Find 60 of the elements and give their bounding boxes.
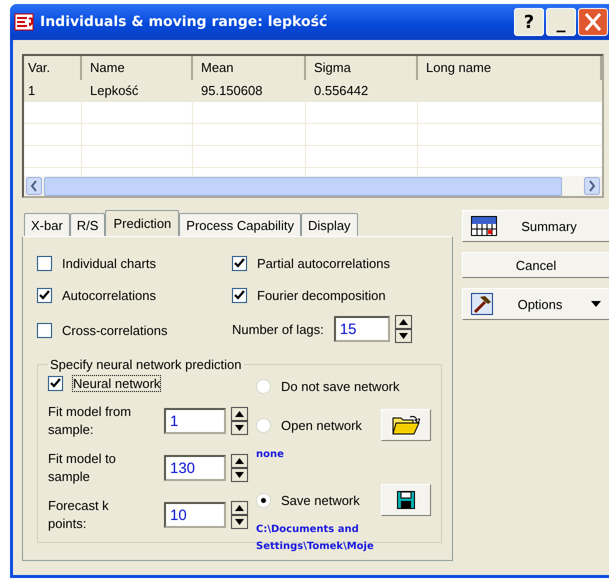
group-title: Specify neural network prediction [49,357,242,372]
field-label: Forecast k points: [48,497,110,534]
open-folder-button[interactable] [381,409,431,441]
tab[interactable]: R/S [70,213,106,236]
check-icon [50,378,61,389]
checkbox[interactable]: Neural network [48,374,248,393]
file-path: Settings\Tomek\Moje [256,540,375,554]
tab[interactable]: X-bar [24,213,70,236]
close-icon[interactable] [578,8,608,36]
column-header[interactable]: Mean [193,56,306,80]
options-button[interactable]: Options [462,288,609,320]
title-bar-button[interactable]: _ [546,8,576,36]
column-header[interactable]: Long name [418,56,602,80]
table-cell: 1 [28,83,36,98]
table-icon [471,216,497,236]
check-icon [234,290,245,300]
spinner-icon[interactable] [231,454,248,482]
chart-icon [14,13,34,31]
check-icon [234,258,245,268]
caret-icon [591,301,601,307]
scroll-left-icon[interactable] [26,177,42,195]
save-button[interactable] [381,484,431,516]
checkbox[interactable]: Cross-correlations [37,320,232,340]
column-header[interactable]: Name [82,56,193,80]
radio-button[interactable]: Do not save network [256,378,400,394]
column-header[interactable]: Sigma [306,56,418,80]
radio-button[interactable]: Open network [256,418,362,432]
input-field[interactable]: 10 [164,502,226,528]
input-field[interactable]: 1 [164,408,226,434]
column-header[interactable]: Var. [24,56,82,80]
table-cell: 95.150608 [201,83,262,98]
input-field[interactable]: 15 [334,316,390,342]
radio-button[interactable]: Save network [256,492,360,508]
spinner-icon[interactable] [394,315,412,343]
spinner-icon[interactable] [231,407,248,436]
spinner-icon[interactable] [231,501,248,530]
dialog-button[interactable]: Cancel [462,252,609,278]
input-field[interactable]: 130 [164,455,226,482]
field-label: Fit model to sample [48,450,117,486]
field-label: Number of lags: [232,322,324,336]
checkbox[interactable]: Individual charts [37,253,232,273]
tab[interactable]: Process Capability [179,213,301,236]
file-path: C:\Documents and [256,523,360,537]
checkbox[interactable]: Partial autocorrelations [232,253,442,273]
scroll-right-icon[interactable] [584,177,600,195]
tab[interactable]: Prediction [105,210,180,236]
hammer-icon [471,293,493,315]
window-title: Individuals & moving range: lepkość [40,14,328,30]
title-bar-button[interactable]: ? [514,8,544,36]
table-row[interactable]: 1 Lepkość 95.150608 0.556442 [24,80,602,102]
tab[interactable]: Display [300,213,358,236]
file-path: none [256,448,285,462]
table-cell: Lepkość [90,83,138,98]
check-icon [39,290,50,300]
table-cell: 0.556442 [314,83,368,98]
field-label: Fit model from sample: [48,403,132,440]
checkbox[interactable]: Fourier decomposition [232,285,442,305]
dialog-button[interactable]: Summary [462,210,609,242]
folder-icon [392,414,420,436]
checkbox[interactable]: Autocorrelations [37,285,232,305]
